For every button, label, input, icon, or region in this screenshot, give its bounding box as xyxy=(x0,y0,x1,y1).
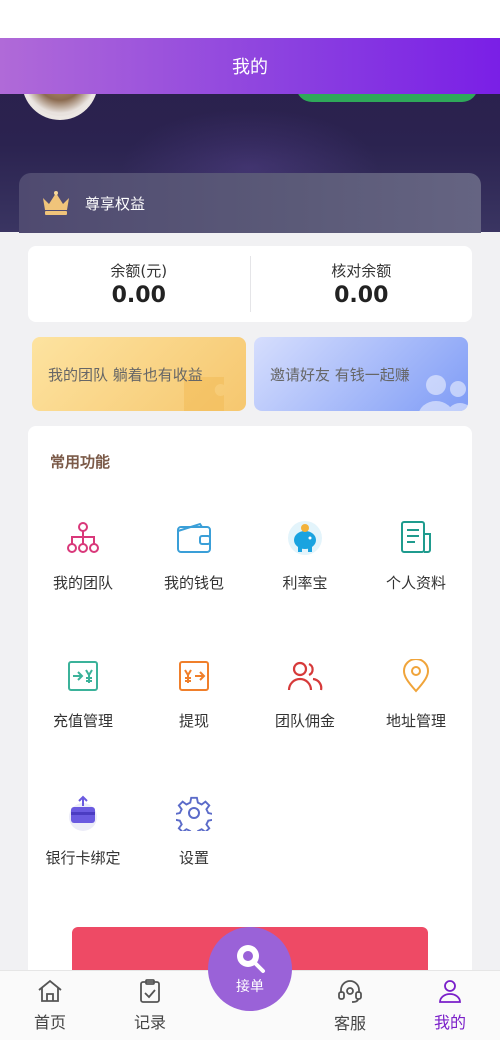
tab-take-orders[interactable]: 接单 xyxy=(208,927,292,1011)
function-label: 个人资料 xyxy=(385,574,446,592)
function-label: 设置 xyxy=(178,849,209,867)
headset-icon xyxy=(338,980,362,1003)
balance-column[interactable]: 余额(元) 0.00 xyxy=(28,246,250,322)
common-functions-card: 常用功能 我的团队 我的钱包 利率宝 个人资料 充值管理 提现 团队佣金 地址管… xyxy=(28,426,472,986)
balance-card: 余额(元) 0.00 核对余额 0.00 xyxy=(28,246,472,322)
function-my-team[interactable]: 我的团队 xyxy=(28,518,138,608)
function-label: 银行卡绑定 xyxy=(45,849,121,867)
balance-value: 0.00 xyxy=(111,283,166,308)
tab-label: 我的 xyxy=(433,1013,466,1032)
function-withdraw[interactable]: 提现 xyxy=(139,656,249,746)
status-bar xyxy=(0,0,500,38)
search-magnifier-icon xyxy=(237,945,265,973)
clipboard-check-icon xyxy=(140,979,160,1003)
bank-card-icon xyxy=(63,793,103,833)
tab-home[interactable]: 首页 xyxy=(0,971,100,1040)
function-address[interactable]: 地址管理 xyxy=(361,656,471,746)
promo-invite-text: 邀请好友 有钱一起赚 xyxy=(270,365,410,384)
home-icon xyxy=(38,979,62,1002)
people-decoration-icon xyxy=(419,375,468,411)
function-label: 利率宝 xyxy=(282,574,328,592)
function-label: 我的团队 xyxy=(52,574,113,592)
section-title: 常用功能 xyxy=(50,453,111,471)
withdraw-icon xyxy=(174,656,214,696)
tab-mine[interactable]: 我的 xyxy=(400,971,500,1040)
vip-privileges-card[interactable]: 尊享权益 xyxy=(19,173,481,233)
function-interest-treasure[interactable]: 利率宝 xyxy=(250,518,360,608)
gear-icon xyxy=(174,793,214,833)
verified-balance-column[interactable]: 核对余额 0.00 xyxy=(251,246,473,322)
title-bar: 我的 xyxy=(0,38,500,94)
user-icon xyxy=(439,980,461,1003)
function-label: 我的钱包 xyxy=(163,574,224,592)
recharge-icon xyxy=(63,656,103,696)
my-team-promo-banner[interactable]: 我的团队 躺着也有收益 xyxy=(32,337,246,411)
tab-label: 客服 xyxy=(333,1014,366,1033)
tab-label: 记录 xyxy=(133,1013,166,1032)
location-pin-icon xyxy=(396,656,436,696)
function-bank-card[interactable]: 银行卡绑定 xyxy=(28,793,138,883)
invite-friends-promo-banner[interactable]: 邀请好友 有钱一起赚 xyxy=(254,337,468,411)
function-label: 地址管理 xyxy=(385,712,446,730)
team-tree-icon xyxy=(63,518,103,558)
tab-customer-service[interactable]: 客服 xyxy=(300,971,400,1040)
crown-icon xyxy=(41,190,71,216)
piggy-bank-icon xyxy=(285,518,325,558)
promo-team-text: 我的团队 躺着也有收益 xyxy=(48,365,203,384)
profile-document-icon xyxy=(396,518,436,558)
function-label: 充值管理 xyxy=(52,712,113,730)
verified-balance-label: 核对余额 xyxy=(331,262,392,280)
function-label: 提现 xyxy=(178,712,209,730)
tab-label: 接单 xyxy=(236,979,264,995)
tab-label: 首页 xyxy=(33,1013,66,1032)
balance-label: 余额(元) xyxy=(110,262,168,280)
team-commission-icon xyxy=(285,656,325,696)
function-settings[interactable]: 设置 xyxy=(139,793,249,883)
function-team-commission[interactable]: 团队佣金 xyxy=(250,656,360,746)
function-label: 团队佣金 xyxy=(274,712,335,730)
function-recharge[interactable]: 充值管理 xyxy=(28,656,138,746)
function-my-wallet[interactable]: 我的钱包 xyxy=(139,518,249,608)
wallet-icon xyxy=(174,518,214,558)
tab-records[interactable]: 记录 xyxy=(100,971,200,1040)
page-title: 我的 xyxy=(232,57,268,78)
verified-balance-value: 0.00 xyxy=(334,283,389,308)
vip-label: 尊享权益 xyxy=(85,194,146,213)
function-profile[interactable]: 个人资料 xyxy=(361,518,471,608)
